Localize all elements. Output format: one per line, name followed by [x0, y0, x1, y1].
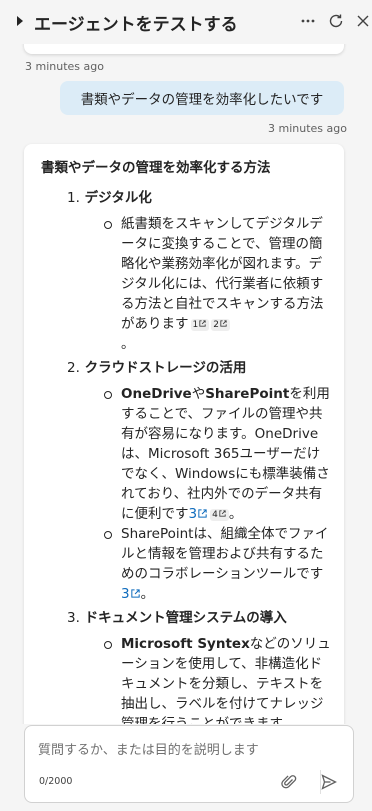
character-counter: 0/2000	[39, 776, 73, 787]
response-heading: 書類やデータの管理を効率化する方法	[41, 160, 271, 176]
bold-term: SharePoint	[205, 386, 290, 402]
section-heading-3: 3. ドキュメント管理システムの導入	[67, 606, 287, 626]
citation-number: 3	[188, 506, 198, 522]
list-item-paragraph: SharePointは、組織全体でファイルと情報を管理および共有するためのコラボ…	[121, 524, 331, 604]
user-message-bubble: 書類やデータの管理を効率化したいです	[60, 81, 344, 115]
more-horizontal-icon[interactable]	[297, 10, 319, 32]
message-input[interactable]	[38, 740, 338, 760]
paragraph-trailing: 。	[228, 506, 243, 522]
bullet-icon	[104, 531, 112, 539]
conversation-area[interactable]: 3 minutes ago 書類やデータの管理を効率化したいです 3 minut…	[0, 44, 372, 724]
citation-badge[interactable]: 4	[210, 509, 229, 521]
citation-number: 3	[121, 586, 130, 602]
paperclip-icon[interactable]	[278, 771, 300, 793]
paragraph-trailing: 。	[121, 336, 135, 352]
section-title: クラウドストレージの活用	[84, 360, 247, 376]
section-heading-2: 2. クラウドストレージの活用	[67, 356, 246, 376]
citation-link[interactable]: 3	[189, 506, 209, 522]
bold-term: Microsoft Syntex	[121, 636, 250, 652]
paragraph-text: 紙書類をスキャンしてデジタルデータに変換することで、管理の簡略化や業務効率化が図…	[121, 216, 324, 332]
section-number: 3.	[67, 610, 80, 626]
paragraph-trailing: 。	[140, 586, 155, 602]
panel-header: エージェントをテストする	[0, 0, 372, 44]
citation-badge[interactable]: 2	[211, 319, 230, 331]
bullet-icon	[104, 391, 112, 399]
section-heading-1: 1. デジタル化	[67, 186, 152, 206]
bullet-icon	[104, 641, 112, 649]
message-timestamp: 3 minutes ago	[25, 60, 104, 73]
section-title: ドキュメント管理システムの導入	[84, 610, 287, 626]
citation-badge[interactable]: 1	[190, 319, 210, 331]
list-item-paragraph: OneDriveやSharePointを利用することで、ファイルの管理や共有が容…	[121, 384, 331, 524]
section-number: 1.	[67, 190, 80, 206]
bullet-icon	[104, 221, 112, 229]
send-icon[interactable]	[318, 771, 340, 793]
bold-term: OneDrive	[121, 386, 192, 402]
close-icon[interactable]	[352, 10, 372, 32]
refresh-icon[interactable]	[325, 10, 347, 32]
citation-link[interactable]: 3	[121, 586, 141, 602]
paragraph-text: や	[191, 386, 206, 402]
message-composer: 0/2000	[24, 725, 354, 803]
section-number: 2.	[67, 360, 80, 376]
collapse-caret-icon[interactable]	[17, 16, 23, 26]
paragraph-text: を利用することで、ファイルの管理や共有が容易になります。OneDriveは、Mi…	[121, 386, 330, 522]
list-item-paragraph: 紙書類をスキャンしてデジタルデータに変換することで、管理の簡略化や業務効率化が図…	[121, 214, 331, 354]
bot-response-card: 書類やデータの管理を効率化する方法 1. デジタル化 紙書類をスキャンしてデジタ…	[24, 144, 344, 724]
previous-message-card	[24, 44, 344, 54]
paragraph-text: SharePointは、組織全体でファイルと情報を管理および共有するためのコラボ…	[121, 526, 329, 582]
list-item-paragraph: Microsoft Syntexなどのソリューションを使用して、非構造化ドキュメ…	[121, 634, 331, 724]
user-message-timestamp: 3 minutes ago	[268, 122, 347, 135]
panel-title: エージェントをテストする	[34, 15, 238, 35]
section-title: デジタル化	[84, 190, 152, 206]
